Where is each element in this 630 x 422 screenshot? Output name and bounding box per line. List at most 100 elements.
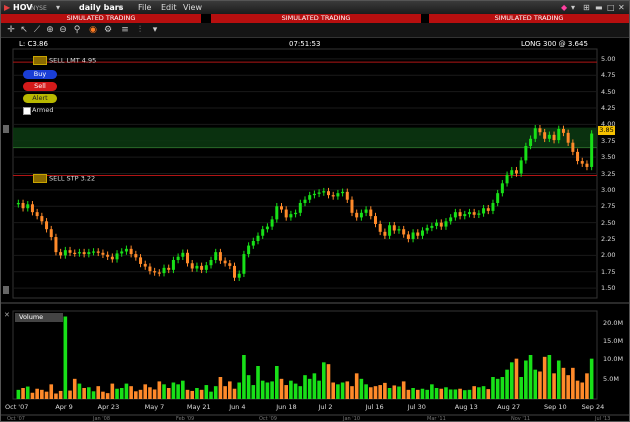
volume-bar	[96, 386, 101, 399]
sell-stop-order[interactable]: SELL STP 3.22	[33, 174, 95, 183]
pane-splitter-handle[interactable]	[3, 125, 9, 133]
price-candle	[186, 252, 190, 264]
date-tick-label: Jul 2	[318, 403, 333, 411]
price-candle	[500, 183, 504, 194]
volume-bar	[242, 355, 246, 399]
volume-bar	[152, 389, 157, 399]
price-candle	[106, 254, 110, 257]
volume-bar	[303, 375, 307, 399]
price-candle	[561, 128, 565, 133]
current-price-tag: 3.85	[598, 126, 615, 135]
volume-bar	[547, 355, 552, 399]
price-candle	[143, 263, 147, 267]
volume-bar	[350, 386, 354, 399]
date-tick-label: May 21	[186, 403, 211, 411]
price-candle	[538, 128, 542, 133]
alert-button[interactable]: Alert	[23, 94, 57, 103]
date-tick-label: Apr 23	[97, 403, 120, 411]
price-candle	[82, 252, 86, 255]
volume-bar	[209, 391, 213, 399]
volume-bar	[91, 391, 96, 399]
price-tick-label: 2.75	[601, 202, 616, 211]
volume-bar	[359, 378, 364, 399]
pane-splitter-handle[interactable]	[3, 286, 9, 294]
price-candle	[416, 232, 420, 236]
price-candle	[200, 265, 204, 270]
volume-bar	[495, 378, 500, 399]
volume-bar	[481, 386, 486, 399]
clock-readout: 07:51:53	[289, 40, 321, 48]
volume-bar	[119, 388, 124, 399]
buy-button[interactable]: Buy	[23, 70, 57, 79]
chart-window: ▶ HOV NYSE ▾ daily bars ▾ File Edit View…	[0, 0, 630, 422]
price-candle	[223, 260, 227, 264]
position-readout: LONG 300 @ 3.645	[521, 40, 588, 48]
price-candle	[467, 212, 471, 215]
sell-limit-order[interactable]: SELL LMT 4.95	[33, 56, 96, 65]
price-candle	[317, 192, 321, 194]
price-candle	[218, 252, 222, 261]
price-candle	[388, 225, 392, 236]
price-candle	[68, 250, 72, 253]
volume-bar	[256, 366, 260, 399]
volume-bar	[406, 389, 411, 399]
volume-bar	[458, 388, 462, 399]
price-candle	[270, 219, 274, 227]
date-tick-label: Jun 18	[276, 403, 297, 411]
price-candle	[420, 230, 424, 236]
volume-tick: 10.0M	[603, 355, 624, 363]
volume-bar	[68, 390, 72, 399]
price-candle	[280, 206, 284, 210]
price-tick-label: 2.50	[601, 218, 616, 227]
price-candle	[26, 204, 30, 209]
price-candle	[195, 265, 199, 269]
price-tick-label: 1.75	[601, 267, 616, 276]
volume-bar	[453, 389, 458, 399]
date-tick-label: Jul 30	[407, 403, 426, 411]
volume-bar	[134, 391, 138, 399]
timeline-label: Feb '09	[176, 416, 195, 422]
price-candle	[49, 229, 53, 238]
volume-bar	[392, 385, 397, 399]
price-candle	[458, 212, 462, 217]
volume-bar	[232, 388, 237, 399]
close-pane-icon[interactable]: ✕	[4, 311, 10, 319]
price-candle	[214, 252, 218, 260]
volume-bar	[77, 383, 82, 399]
price-tick-label: 2.00	[601, 251, 616, 260]
timeline-label: Jan '10	[343, 416, 361, 422]
volume-bar	[246, 375, 251, 399]
price-candle	[73, 252, 77, 254]
price-candle	[491, 202, 495, 211]
volume-bar	[505, 369, 509, 399]
volume-bar	[35, 388, 39, 399]
price-candle	[444, 221, 448, 227]
price-candle	[96, 251, 100, 253]
volume-bar	[105, 393, 110, 399]
volume-bar	[561, 367, 566, 399]
price-candle	[167, 267, 171, 270]
volume-bar	[25, 386, 30, 399]
volume-bar	[354, 373, 359, 399]
price-candle	[228, 263, 232, 266]
volume-tick: 20.0M	[603, 319, 624, 327]
price-tick-label: 4.75	[601, 71, 616, 80]
sell-button[interactable]: Sell	[23, 82, 57, 91]
price-candle	[16, 202, 20, 205]
volume-bar	[270, 381, 274, 399]
price-candle	[529, 138, 533, 146]
price-candle	[101, 252, 105, 255]
volume-bar	[21, 388, 25, 399]
armed-checkbox[interactable]	[23, 107, 31, 115]
volume-bar	[157, 381, 162, 399]
price-tick-label: 1.50	[601, 284, 616, 293]
volume-bar	[58, 390, 63, 399]
volume-bar	[383, 382, 387, 399]
volume-bar	[448, 389, 453, 399]
volume-bar	[30, 392, 35, 399]
order-tag-icon[interactable]	[33, 56, 47, 65]
price-candle	[355, 212, 359, 218]
volume-bar	[171, 382, 176, 399]
order-tag-icon[interactable]	[33, 174, 47, 183]
price-candle	[115, 253, 119, 260]
